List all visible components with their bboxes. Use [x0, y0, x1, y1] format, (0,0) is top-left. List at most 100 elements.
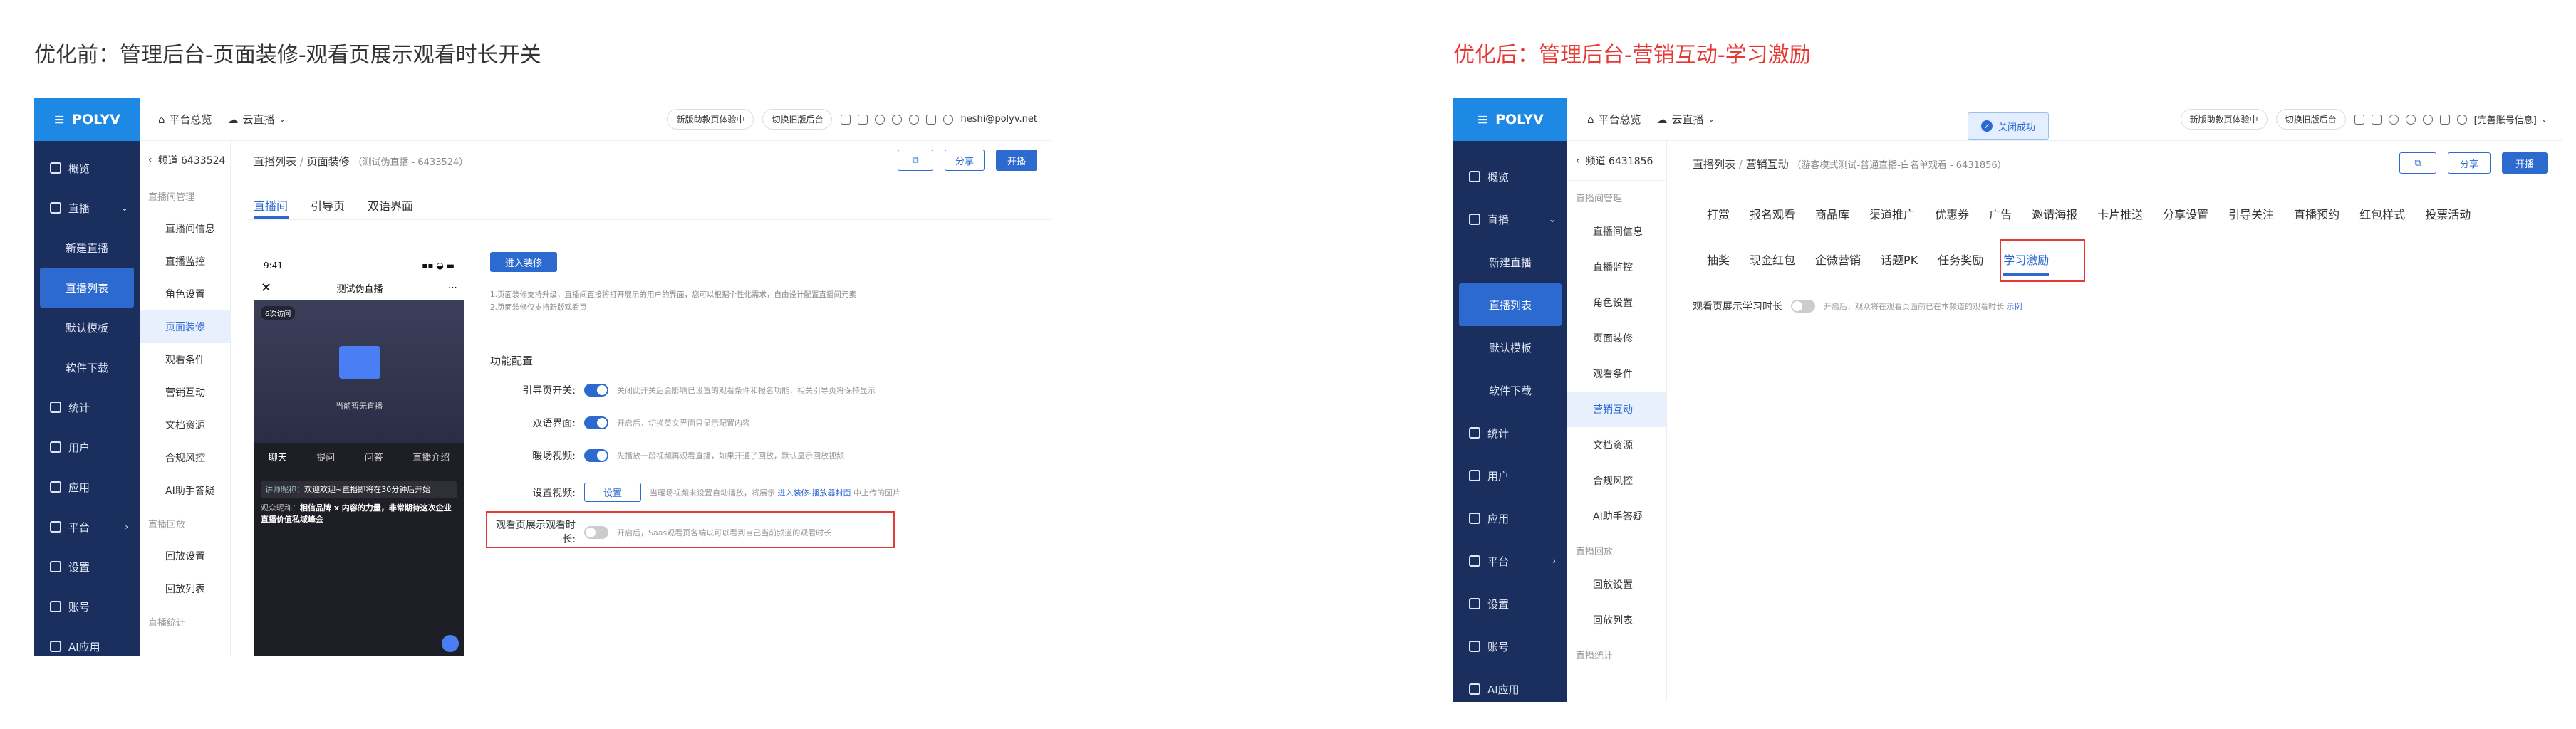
enter-decorate-button[interactable]: 进入装修 [490, 252, 557, 272]
sidebar-item-1[interactable]: 直播 ⌄ [1453, 198, 1567, 241]
switch-old-pill[interactable]: 切换旧版后台 [762, 109, 833, 130]
submenu-item[interactable]: 营销互动 [1567, 392, 1666, 427]
phone-tab-chat[interactable]: 聊天 [269, 450, 287, 463]
submenu-item[interactable]: 角色设置 [1567, 285, 1666, 320]
share-button[interactable]: 分享 [945, 150, 985, 171]
sidebar-item-8[interactable]: 应用 [34, 467, 140, 507]
sidebar-item-7[interactable]: 用户 [1453, 454, 1567, 497]
submenu-item[interactable]: 合规风控 [1567, 463, 1666, 498]
marketing-tab[interactable]: 引导关注 [2228, 205, 2274, 222]
submenu-item[interactable]: 回放设置 [140, 540, 230, 572]
more-icon[interactable]: ⋯ [448, 283, 457, 293]
copy-button[interactable]: ⧉ [2399, 152, 2436, 174]
submenu-item[interactable]: 观看条件 [1567, 356, 1666, 392]
calendar-icon[interactable] [926, 114, 937, 125]
sidebar-item-6[interactable]: 统计 [1453, 411, 1567, 454]
study-duration-switch[interactable] [1791, 300, 1815, 313]
start-live-button[interactable]: 开播 [2502, 152, 2548, 174]
submenu-item[interactable]: 直播监控 [1567, 249, 1666, 285]
decorate-cover-link[interactable]: 进入装修-播放器封面 [778, 488, 851, 498]
sidebar-item-1[interactable]: 直播 ⌄ [34, 188, 140, 228]
marketing-tab[interactable]: 现金红包 [1750, 251, 1795, 276]
marketing-tab[interactable]: 广告 [1989, 205, 2012, 222]
share-button[interactable]: 分享 [2448, 152, 2491, 174]
bell-icon[interactable] [2388, 114, 2399, 125]
submenu-item[interactable]: 文档资源 [140, 409, 230, 441]
submenu-item[interactable]: 回放列表 [1567, 602, 1666, 638]
switch-old-pill[interactable]: 切换旧版后台 [2275, 109, 2346, 130]
phone-tab-intro[interactable]: 直播介绍 [412, 450, 450, 463]
submenu-item[interactable]: AI助手答疑 [1567, 498, 1666, 534]
calendar-icon[interactable] [2439, 114, 2450, 125]
set-video-button[interactable]: 设置 [584, 483, 642, 502]
help-icon[interactable] [2422, 114, 2433, 125]
tab-bilingual[interactable]: 双语界面 [368, 196, 413, 214]
submenu-item[interactable]: 直播监控 [140, 245, 230, 278]
copy-button[interactable]: ⧉ [898, 150, 933, 171]
start-live-button[interactable]: 开播 [996, 150, 1037, 171]
bell-icon[interactable] [875, 114, 886, 125]
tab-live-room[interactable]: 直播间 [254, 196, 288, 214]
marketing-tab[interactable]: 任务奖励 [1938, 251, 1983, 276]
submenu-item[interactable]: 回放设置 [1567, 567, 1666, 602]
submenu-item[interactable]: 文档资源 [1567, 427, 1666, 463]
sidebar-item-5[interactable]: 软件下载 [1453, 369, 1567, 411]
submenu-item[interactable]: AI助手答疑 [140, 474, 230, 507]
doc-icon[interactable] [2354, 114, 2364, 125]
sidebar-item-0[interactable]: 概览 [1453, 155, 1567, 198]
submenu-item[interactable]: 回放列表 [140, 572, 230, 605]
marketing-tab[interactable]: 渠道推广 [1869, 205, 1915, 222]
marketing-tab[interactable]: 优惠券 [1935, 205, 1969, 222]
nav-overview[interactable]: 平台总览 [170, 112, 212, 127]
sidebar-item-9[interactable]: 平台 › [34, 507, 140, 547]
nav-overview[interactable]: 平台总览 [1599, 112, 1641, 127]
sidebar-item-0[interactable]: 概览 [34, 148, 140, 188]
sidebar-item-8[interactable]: 应用 [1453, 497, 1567, 540]
account-info-link[interactable]: [完善账号信息] [2474, 112, 2537, 126]
submenu-item[interactable]: 角色设置 [140, 278, 230, 310]
sidebar-item-9[interactable]: 平台 › [1453, 540, 1567, 582]
marketing-tab[interactable]: 直播预约 [2294, 205, 2339, 222]
channel-back[interactable]: ‹ 频道 6431856 [1567, 141, 1666, 181]
like-icon[interactable] [442, 635, 459, 652]
phone-tab-ask[interactable]: 提问 [316, 450, 335, 463]
chat-icon[interactable] [2371, 114, 2382, 125]
submenu-item[interactable]: 页面装修 [1567, 320, 1666, 356]
account-email[interactable]: heshi@polyv.net [960, 114, 1037, 125]
play-icon[interactable] [2405, 114, 2416, 125]
tab-guide-page[interactable]: 引导页 [311, 196, 345, 214]
play-icon[interactable] [892, 114, 903, 125]
close-icon[interactable]: ✕ [261, 280, 271, 295]
bilingual-switch[interactable] [584, 416, 608, 429]
marketing-tab[interactable]: 卡片推送 [2097, 205, 2143, 222]
marketing-tab[interactable]: 红包样式 [2359, 205, 2405, 222]
warmup-switch[interactable] [584, 449, 608, 462]
globe-icon[interactable] [943, 114, 954, 125]
help-icon[interactable] [909, 114, 920, 125]
submenu-item[interactable]: 合规风控 [140, 441, 230, 474]
marketing-tab[interactable]: 投票活动 [2425, 205, 2471, 222]
sidebar-item-2[interactable]: 新建直播 [1453, 241, 1567, 283]
sidebar-item-2[interactable]: 新建直播 [34, 228, 140, 268]
nav-cloud-live[interactable]: 云直播 [1672, 112, 1704, 127]
sidebar-item-7[interactable]: 用户 [34, 427, 140, 467]
doc-icon[interactable] [841, 114, 851, 125]
sidebar-item-6[interactable]: 统计 [34, 387, 140, 427]
new-assistant-pill[interactable]: 新版助教页体验中 [667, 109, 754, 130]
submenu-item[interactable]: 页面装修 [140, 310, 230, 343]
submenu-item[interactable]: 直播间信息 [140, 212, 230, 245]
sidebar-item-11[interactable]: 账号 [34, 587, 140, 626]
marketing-tab[interactable]: 抽奖 [1707, 251, 1730, 276]
example-link[interactable]: 示例 [2007, 302, 2022, 311]
marketing-tab[interactable]: 打赏 [1707, 205, 1730, 222]
marketing-tab[interactable]: 邀请海报 [2032, 205, 2077, 222]
sidebar-item-12[interactable]: AI应用 [34, 626, 140, 656]
sidebar-item-5[interactable]: 软件下载 [34, 347, 140, 387]
sidebar-item-3[interactable]: 直播列表 [1459, 283, 1562, 326]
sidebar-item-10[interactable]: 设置 [34, 547, 140, 587]
marketing-tab[interactable]: 商品库 [1815, 205, 1849, 222]
marketing-tab[interactable]: 话题PK [1881, 251, 1918, 276]
marketing-tab[interactable]: 企微营销 [1815, 251, 1861, 276]
guide-switch[interactable] [584, 384, 608, 397]
marketing-tab[interactable]: 分享设置 [2163, 205, 2208, 222]
